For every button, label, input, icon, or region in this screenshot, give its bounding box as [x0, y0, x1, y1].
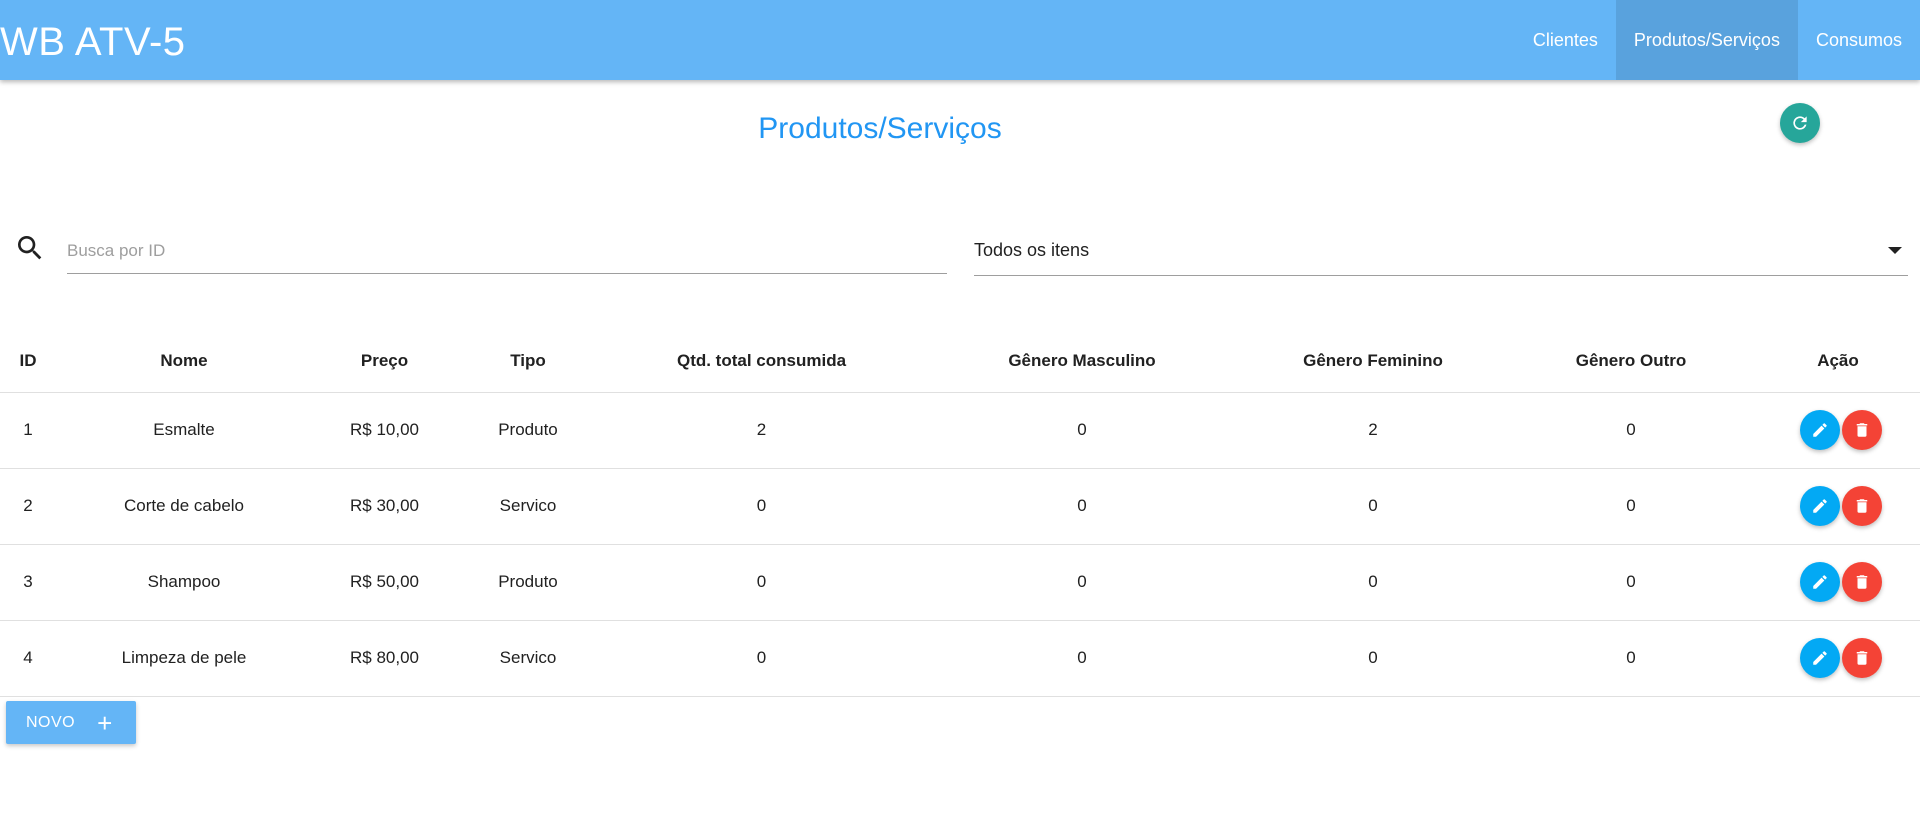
search-input[interactable]: [67, 228, 947, 274]
edit-button[interactable]: [1800, 562, 1840, 602]
new-item-button[interactable]: NOVO +: [6, 701, 136, 744]
cell-feminino: 0: [1240, 544, 1506, 621]
cell-actions: [1756, 544, 1920, 621]
pencil-icon: [1813, 575, 1827, 589]
table-header-row: ID Nome Preço Tipo Qtd. total consumida …: [0, 330, 1920, 393]
cell-preco: R$ 80,00: [312, 620, 457, 697]
trash-icon: [1856, 651, 1868, 665]
edit-button[interactable]: [1800, 638, 1840, 678]
table-row: 2 Corte de cabelo R$ 30,00 Servico 0 0 0…: [0, 468, 1920, 545]
cell-tipo: Produto: [457, 544, 599, 621]
cell-preco: R$ 30,00: [312, 468, 457, 545]
cell-nome: Corte de cabelo: [56, 468, 312, 545]
products-table: ID Nome Preço Tipo Qtd. total consumida …: [0, 330, 1920, 697]
cell-masculino: 0: [924, 544, 1240, 621]
type-filter-select[interactable]: Todos os itens: [974, 228, 1908, 276]
header-genero-masculino: Gênero Masculino: [924, 330, 1240, 393]
header-preco: Preço: [312, 330, 457, 393]
cell-qtd: 2: [599, 392, 924, 469]
cell-qtd: 0: [599, 620, 924, 697]
cell-tipo: Produto: [457, 392, 599, 469]
nav-link-consumos[interactable]: Consumos: [1798, 0, 1920, 80]
cell-qtd: 0: [599, 468, 924, 545]
cell-masculino: 0: [924, 468, 1240, 545]
cell-tipo: Servico: [457, 468, 599, 545]
trash-icon: [1856, 423, 1868, 437]
refresh-icon: [1793, 116, 1807, 130]
cell-qtd: 0: [599, 544, 924, 621]
cell-id: 2: [0, 468, 56, 545]
cell-outro: 0: [1506, 544, 1756, 621]
trash-icon: [1856, 499, 1868, 513]
trash-icon: [1856, 575, 1868, 589]
cell-masculino: 0: [924, 392, 1240, 469]
table-row: 1 Esmalte R$ 10,00 Produto 2 0 2 0: [0, 392, 1920, 469]
nav-link-produtos-servicos[interactable]: Produtos/Serviços: [1615, 0, 1798, 80]
pencil-icon: [1813, 499, 1827, 513]
nav-links: Clientes Produtos/Serviços Consumos: [1515, 0, 1920, 80]
cell-outro: 0: [1506, 392, 1756, 469]
cell-id: 1: [0, 392, 56, 469]
cell-nome: Limpeza de pele: [56, 620, 312, 697]
delete-button[interactable]: [1842, 486, 1882, 526]
cell-actions: [1756, 468, 1920, 545]
cell-feminino: 0: [1240, 468, 1506, 545]
cell-feminino: 2: [1240, 392, 1506, 469]
header-qtd-total: Qtd. total consumida: [599, 330, 924, 393]
cell-preco: R$ 10,00: [312, 392, 457, 469]
header-acao: Ação: [1756, 330, 1920, 393]
cell-nome: Esmalte: [56, 392, 312, 469]
top-navbar: WB ATV-5 Clientes Produtos/Serviços Cons…: [0, 0, 1920, 80]
edit-button[interactable]: [1800, 410, 1840, 450]
search-icon: [18, 236, 42, 260]
header-genero-outro: Gênero Outro: [1506, 330, 1756, 393]
table-row: 3 Shampoo R$ 50,00 Produto 0 0 0 0: [0, 544, 1920, 621]
brand-logo[interactable]: WB ATV-5: [0, 0, 186, 80]
delete-button[interactable]: [1842, 562, 1882, 602]
header-id: ID: [0, 330, 56, 393]
pencil-icon: [1813, 651, 1827, 665]
refresh-button[interactable]: [1780, 103, 1820, 143]
cell-outro: 0: [1506, 620, 1756, 697]
cell-actions: [1756, 392, 1920, 469]
pencil-icon: [1813, 423, 1827, 437]
cell-nome: Shampoo: [56, 544, 312, 621]
cell-preco: R$ 50,00: [312, 544, 457, 621]
plus-icon: +: [97, 707, 113, 738]
cell-id: 3: [0, 544, 56, 621]
page-title: Produtos/Serviços: [758, 112, 1002, 145]
header-tipo: Tipo: [457, 330, 599, 393]
table-row: 4 Limpeza de pele R$ 80,00 Servico 0 0 0…: [0, 620, 1920, 697]
cell-actions: [1756, 620, 1920, 697]
cell-id: 4: [0, 620, 56, 697]
delete-button[interactable]: [1842, 410, 1882, 450]
new-button-label: NOVO: [26, 713, 76, 731]
caret-down-icon: [1888, 247, 1902, 254]
cell-tipo: Servico: [457, 620, 599, 697]
cell-outro: 0: [1506, 468, 1756, 545]
select-value: Todos os itens: [974, 240, 1090, 260]
delete-button[interactable]: [1842, 638, 1882, 678]
cell-feminino: 0: [1240, 620, 1506, 697]
header-genero-feminino: Gênero Feminino: [1240, 330, 1506, 393]
edit-button[interactable]: [1800, 486, 1840, 526]
nav-link-clientes[interactable]: Clientes: [1515, 0, 1616, 80]
cell-masculino: 0: [924, 620, 1240, 697]
header-nome: Nome: [56, 330, 312, 393]
